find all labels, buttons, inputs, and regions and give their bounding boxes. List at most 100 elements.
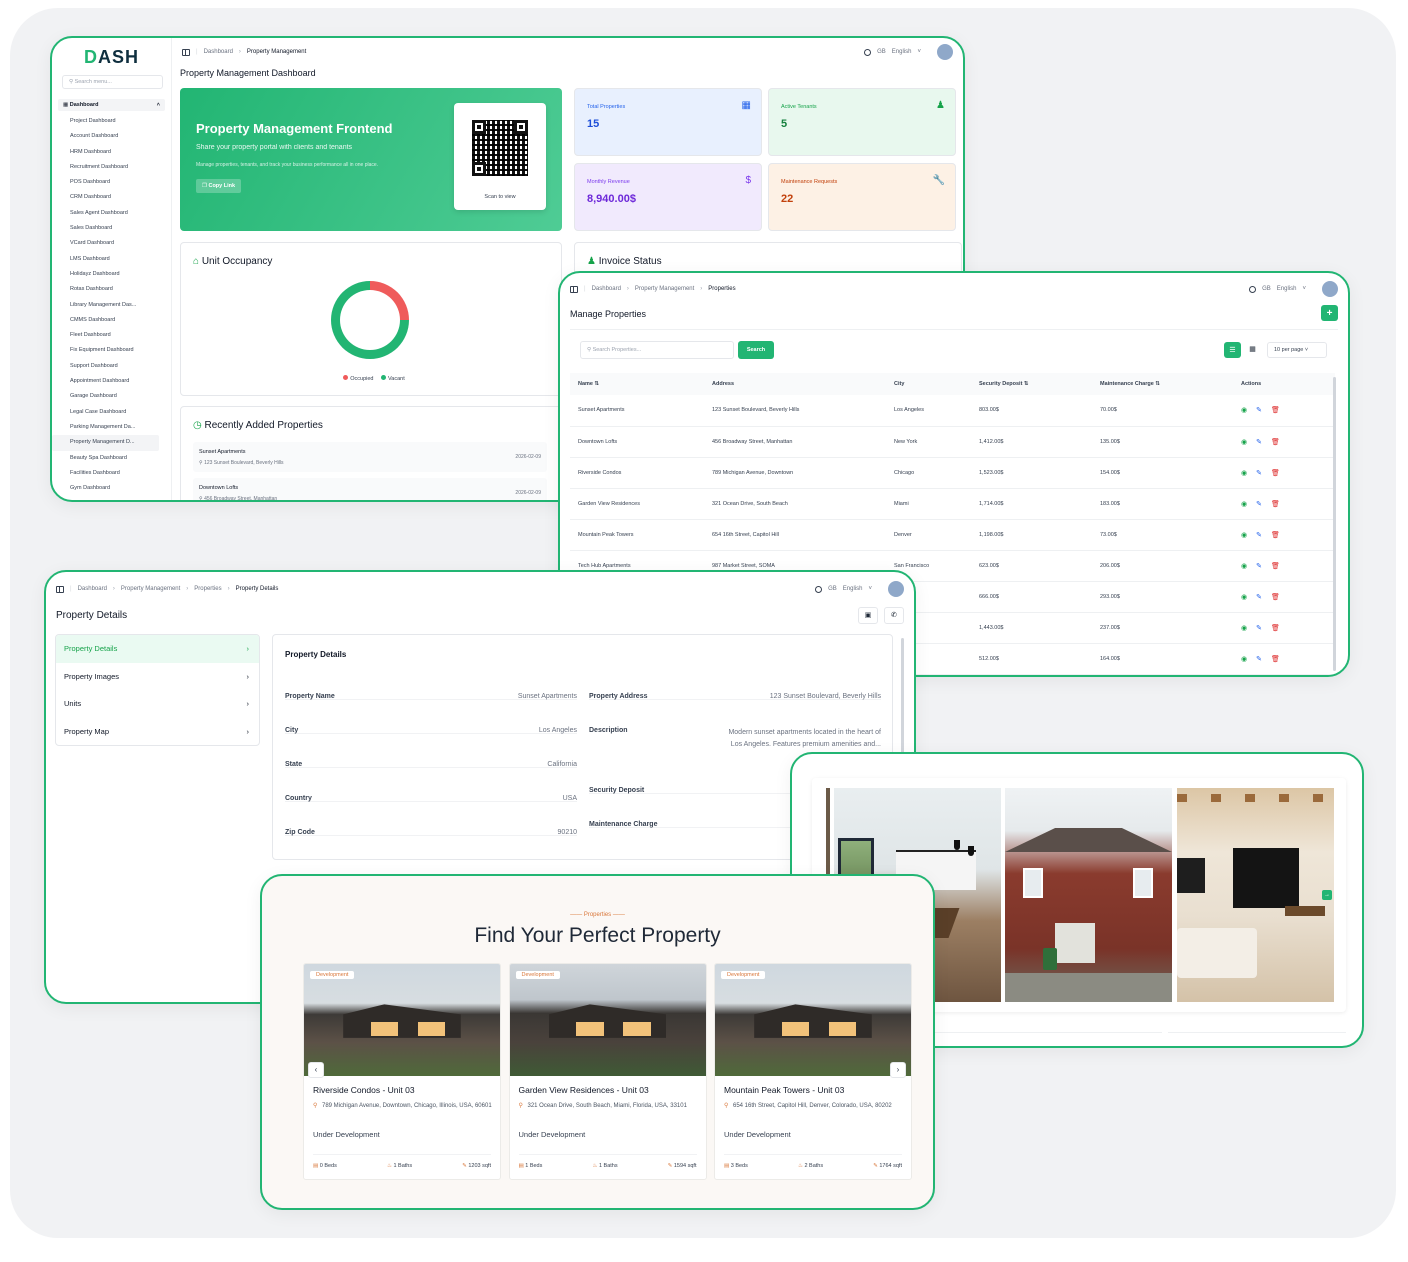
delete-icon[interactable]: 🗑 [1271, 563, 1280, 570]
logo[interactable]: DASH [52, 47, 171, 68]
avatar[interactable] [937, 44, 953, 60]
breadcrumb-property-management[interactable]: Property Management [635, 286, 694, 292]
sidebar-item[interactable]: HRM Dashboard [52, 145, 171, 160]
breadcrumb-dashboard[interactable]: Dashboard [78, 586, 107, 592]
sidebar-item[interactable]: LMS Dashboard [52, 252, 171, 267]
sidebar-item[interactable]: Facilities Dashboard [52, 466, 171, 481]
view-icon[interactable]: ◉ [1241, 563, 1247, 570]
sidebar-item[interactable]: Fleet Dashboard [52, 328, 171, 343]
view-icon[interactable]: ◉ [1241, 594, 1247, 601]
scrollbar[interactable] [1333, 377, 1336, 671]
delete-icon[interactable]: 🗑 [1271, 470, 1280, 477]
carousel-prev-button[interactable]: ‹ [308, 1062, 324, 1078]
sidebar-item[interactable]: Holidayz Dashboard [52, 267, 171, 282]
view-icon[interactable]: ◉ [1241, 501, 1247, 508]
edit-icon[interactable]: ✎ [1256, 532, 1262, 539]
delete-icon[interactable]: 🗑 [1271, 439, 1280, 446]
sidebar-item[interactable]: Sales Agent Dashboard [52, 206, 171, 221]
edit-icon[interactable]: ✎ [1256, 501, 1262, 508]
sidebar-item[interactable]: VCard Dashboard [52, 236, 171, 251]
list-view-button[interactable]: ☰ [1224, 342, 1241, 358]
column-header-name[interactable]: Name ⇅ [570, 373, 704, 395]
view-icon[interactable]: ◉ [1241, 407, 1247, 414]
sidebar-item[interactable]: Sales Dashboard [52, 221, 171, 236]
search-input[interactable]: ⚲ Search Properties... [580, 341, 734, 359]
view-icon[interactable]: ◉ [1241, 625, 1247, 632]
delete-icon[interactable]: 🗑 [1271, 625, 1280, 632]
sidebar-item[interactable]: Property Management D... [52, 435, 159, 451]
sidebar-group-dashboard[interactable]: ▦ Dashboard ˄ [58, 99, 165, 111]
view-icon[interactable]: ◉ [1241, 439, 1247, 446]
sidebar-item[interactable]: POS Dashboard [52, 175, 171, 190]
carousel-next-button[interactable]: → [1322, 890, 1332, 900]
sidebar-item[interactable]: Recruitment Dashboard [52, 160, 171, 175]
sidebar-item[interactable]: Garage Dashboard [52, 389, 171, 404]
per-page-select[interactable]: 10 per page ˅ [1267, 342, 1327, 358]
sidebar-search-input[interactable]: ⚲ Search menu... [62, 75, 163, 89]
add-property-button[interactable]: + [1321, 305, 1338, 321]
call-button[interactable]: ✆ [884, 607, 904, 624]
sidebar-item[interactable]: Project Dashboard [52, 114, 171, 129]
sidebar-toggle-icon[interactable] [56, 585, 64, 593]
table-row[interactable]: Riverside Condos 789 Michigan Avenue, Dow… [570, 457, 1335, 489]
avatar[interactable] [888, 581, 904, 597]
delete-icon[interactable]: 🗑 [1271, 656, 1280, 663]
table-row[interactable]: Garden View Residences 321 Ocean Drive, S… [570, 488, 1335, 520]
column-header-security-deposit[interactable]: Security Deposit ⇅ [971, 373, 1092, 395]
edit-icon[interactable]: ✎ [1256, 656, 1262, 663]
breadcrumb-dashboard[interactable]: Dashboard [204, 49, 233, 55]
property-card[interactable]: Development Mountain Peak Towers - Unit 0… [714, 963, 912, 1180]
table-row[interactable]: Sunset Apartments 123 Sunset Boulevard, B… [570, 395, 1335, 427]
breadcrumb-properties[interactable]: Properties [194, 586, 221, 592]
delete-icon[interactable]: 🗑 [1271, 501, 1280, 508]
nav-item[interactable]: Property Map › [56, 718, 259, 746]
scrollbar[interactable] [901, 638, 904, 758]
sidebar-toggle-icon[interactable] [182, 48, 190, 56]
table-row[interactable]: Downtown Lofts 456 Broadway Street, Manha… [570, 426, 1335, 458]
sidebar-item[interactable]: Account Dashboard [52, 129, 171, 144]
search-button[interactable]: Search [738, 341, 774, 359]
breadcrumb-property-management[interactable]: Property Management [121, 586, 180, 592]
delete-icon[interactable]: 🗑 [1271, 532, 1280, 539]
sidebar-item[interactable]: Appointment Dashboard [52, 374, 171, 389]
table-row[interactable]: Mountain Peak Towers 654 16th Street, Cap… [570, 519, 1335, 551]
column-header-maintenance-charge[interactable]: Maintenance Charge ⇅ [1092, 373, 1233, 395]
sidebar-item[interactable]: Booking Dashboard [52, 496, 171, 500]
property-image-2[interactable] [1005, 788, 1172, 1002]
copy-link-button[interactable]: ❐ Copy Link [196, 179, 242, 193]
sidebar-item[interactable]: Library Management Das... [52, 298, 171, 313]
breadcrumb-dashboard[interactable]: Dashboard [592, 286, 621, 292]
sidebar-item[interactable]: Rotas Dashboard [52, 282, 171, 297]
edit-icon[interactable]: ✎ [1256, 407, 1262, 414]
edit-icon[interactable]: ✎ [1256, 563, 1262, 570]
property-card[interactable]: Development Garden View Residences - Unit… [508, 963, 707, 1180]
edit-icon[interactable]: ✎ [1256, 470, 1262, 477]
grid-view-button[interactable]: ▦ [1244, 342, 1261, 358]
list-item[interactable]: Downtown Lofts ⚲ 456 Broadway Street, Ma… [193, 478, 547, 500]
nav-item[interactable]: Units › [56, 690, 259, 718]
list-item[interactable]: Sunset Apartments ⚲ 123 Sunset Boulevard… [193, 442, 547, 472]
nav-item[interactable]: Property Details › [56, 635, 259, 663]
view-icon[interactable]: ◉ [1241, 470, 1247, 477]
sidebar-item[interactable]: Beauty Spa Dashboard [52, 451, 171, 466]
property-card[interactable]: Development Riverside Condos - Unit 03 ⚲ 78… [303, 963, 501, 1180]
property-title[interactable]: Mountain Peak Towers - Unit 03 [724, 1085, 844, 1095]
edit-icon[interactable]: ✎ [1256, 625, 1262, 632]
language-selector[interactable]: English [892, 49, 912, 55]
sidebar-item[interactable]: Fix Equipment Dashboard [52, 343, 171, 358]
language-selector[interactable]: English [843, 586, 863, 592]
nav-item[interactable]: Property Images › [56, 663, 259, 691]
sidebar-item[interactable]: Gym Dashboard [52, 481, 171, 496]
property-image-3[interactable] [1177, 788, 1334, 1002]
view-icon[interactable]: ◉ [1241, 656, 1247, 663]
delete-icon[interactable]: 🗑 [1271, 594, 1280, 601]
property-title[interactable]: Garden View Residences - Unit 03 [519, 1085, 649, 1095]
language-selector[interactable]: English [1277, 286, 1297, 292]
carousel-next-button[interactable]: › [890, 1062, 906, 1078]
property-title[interactable]: Riverside Condos - Unit 03 [313, 1085, 415, 1095]
sidebar-item[interactable]: CMMS Dashboard [52, 313, 171, 328]
edit-icon[interactable]: ✎ [1256, 439, 1262, 446]
sidebar-toggle-icon[interactable] [570, 285, 578, 293]
sidebar-item[interactable]: Support Dashboard [52, 359, 171, 374]
view-icon[interactable]: ◉ [1241, 532, 1247, 539]
